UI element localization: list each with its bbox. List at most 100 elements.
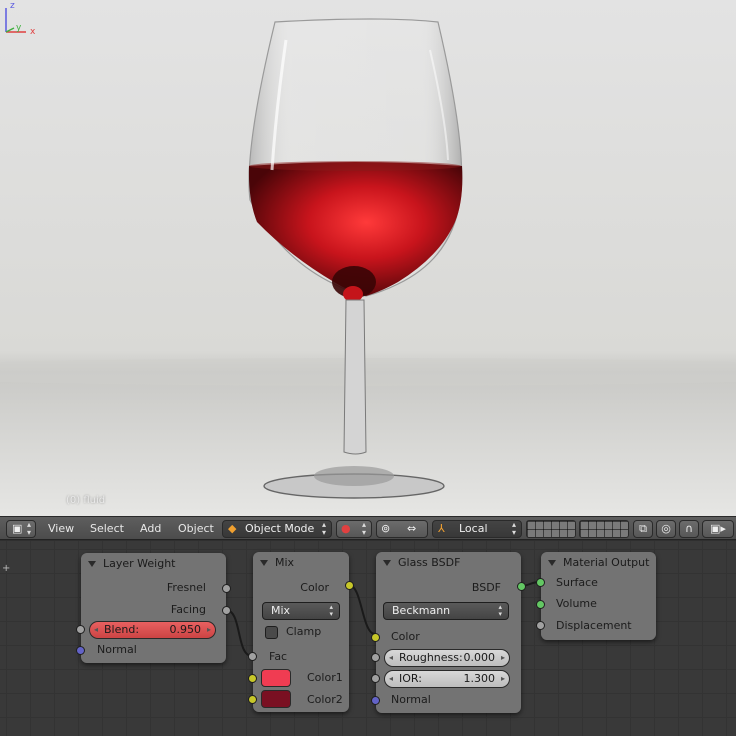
- ior-value: 1.300: [463, 672, 496, 685]
- node-title: Material Output: [563, 556, 650, 569]
- glass-stem: [343, 299, 367, 455]
- input-socket-color1[interactable]: [248, 674, 257, 683]
- axis-gizmo: z y x: [5, 1, 36, 36]
- blend-label: Blend:: [104, 623, 140, 636]
- input-volume-label: Volume: [556, 597, 597, 610]
- proportional-edit-icon[interactable]: ◎: [656, 520, 676, 538]
- input-socket-blend[interactable]: [76, 625, 85, 634]
- input-socket-color2[interactable]: [248, 695, 257, 704]
- blend-type-label: Mix: [271, 604, 291, 617]
- node-title: Glass BSDF: [398, 556, 461, 569]
- menu-view[interactable]: View: [48, 520, 74, 538]
- collapse-triangle-icon[interactable]: [260, 560, 268, 566]
- pivot-icon: ⊚: [381, 522, 391, 535]
- input-color-label: Color: [391, 630, 420, 643]
- active-object-label: (0) fluid: [66, 495, 106, 506]
- roughness-label: Roughness:: [399, 651, 463, 664]
- input-socket-volume[interactable]: [536, 600, 545, 609]
- editor-type-button[interactable]: ▣ ▴ ▾: [6, 520, 36, 538]
- axis-x-label: x: [30, 27, 36, 36]
- color1-swatch[interactable]: [261, 669, 291, 687]
- mode-select[interactable]: ◆ Object Mode ▴ ▾: [222, 520, 332, 538]
- orientation-label: Local: [459, 522, 488, 535]
- orientation-select[interactable]: ⅄ Local ▴ ▾: [432, 520, 522, 538]
- node-header[interactable]: Material Output: [541, 552, 656, 574]
- clamp-checkbox[interactable]: [265, 626, 278, 639]
- distribution-select[interactable]: Beckmann ▴ ▾: [383, 602, 509, 620]
- node-header[interactable]: Glass BSDF: [376, 552, 521, 574]
- roughness-field[interactable]: ◂ Roughness: 0.000 ▸: [384, 649, 510, 667]
- blend-value: 0.950: [169, 623, 202, 636]
- cube-icon: ▣: [12, 522, 23, 535]
- output-socket-bsdf[interactable]: [517, 582, 526, 591]
- sphere-shading-icon: ●: [341, 522, 351, 535]
- roughness-value: 0.000: [463, 651, 496, 664]
- viewport-header: ▣ ▴ ▾ View Select Add Object ◆ Object Mod…: [0, 516, 736, 540]
- node-header[interactable]: Layer Weight: [81, 553, 226, 575]
- node-glass-bsdf[interactable]: Glass BSDF BSDF Beckmann ▴ ▾ Color ◂ Roug…: [371, 552, 526, 713]
- color2-swatch[interactable]: [261, 690, 291, 708]
- output-socket-color[interactable]: [345, 581, 354, 590]
- menu-object[interactable]: Object: [178, 520, 214, 538]
- decrement-arrow-icon[interactable]: ◂: [389, 650, 393, 666]
- collapse-triangle-icon[interactable]: [383, 560, 391, 566]
- 3d-viewport[interactable]: z y x (0) fluid: [0, 0, 736, 516]
- pivot-select[interactable]: ⊚ ⇔: [376, 520, 428, 538]
- ior-field[interactable]: ◂ IOR: 1.300 ▸: [384, 670, 510, 688]
- input-socket-roughness[interactable]: [371, 653, 380, 662]
- mode-label: Object Mode: [245, 522, 315, 535]
- output-facing-label: Facing: [170, 603, 206, 616]
- node-layer-weight[interactable]: Layer Weight Fresnel Facing ◂ Blend: 0.9…: [76, 553, 231, 663]
- input-fac-label: Fac: [269, 650, 288, 663]
- input-displacement-label: Displacement: [556, 619, 632, 632]
- axis-z-label: z: [10, 1, 15, 11]
- axis-y-label: y: [16, 23, 22, 33]
- output-bsdf-label: BSDF: [471, 581, 501, 594]
- decrement-arrow-icon[interactable]: ◂: [389, 671, 393, 687]
- increment-arrow-icon[interactable]: ▸: [207, 622, 211, 638]
- input-normal-label: Normal: [391, 693, 431, 706]
- blend-field[interactable]: ◂ Blend: 0.950 ▸: [89, 621, 216, 639]
- output-fresnel-label: Fresnel: [166, 581, 206, 594]
- ior-label: IOR:: [399, 672, 422, 685]
- snap-magnet-icon[interactable]: ∩: [679, 520, 699, 538]
- shading-select[interactable]: ● ▴ ▾: [336, 520, 372, 538]
- input-socket-normal[interactable]: [371, 696, 380, 705]
- blend-type-select[interactable]: Mix ▴ ▾: [262, 602, 340, 620]
- increment-arrow-icon[interactable]: ▸: [501, 671, 505, 687]
- node-title: Layer Weight: [103, 557, 176, 570]
- input-socket-surface[interactable]: [536, 578, 545, 587]
- transform-orientation-icon: ⅄: [438, 522, 445, 535]
- output-socket-fresnel[interactable]: [222, 584, 231, 593]
- output-socket-facing[interactable]: [222, 606, 231, 615]
- input-color2-label: Color2: [307, 693, 343, 706]
- layer-grid-1[interactable]: [526, 520, 576, 538]
- add-plus-icon: +: [2, 563, 10, 574]
- decrement-arrow-icon[interactable]: ◂: [94, 622, 98, 638]
- node-editor[interactable]: + Layer Weight Fresnel Facing ◂ Blend: 0…: [0, 541, 736, 736]
- snap-element-icon[interactable]: ▣▸: [702, 520, 734, 538]
- collapse-triangle-icon[interactable]: [88, 561, 96, 567]
- input-normal-label: Normal: [97, 643, 137, 656]
- input-color1-label: Color1: [307, 671, 343, 684]
- layer-grid-2[interactable]: [579, 520, 629, 538]
- menu-add[interactable]: Add: [140, 520, 161, 538]
- lock-camera-icon[interactable]: ⧉: [633, 520, 653, 538]
- node-mix[interactable]: Mix Color Mix ▴ ▾ Clamp Fac Color1 Color2: [248, 552, 354, 712]
- input-socket-displacement[interactable]: [536, 621, 545, 630]
- distribution-label: Beckmann: [392, 604, 451, 617]
- output-color-label: Color: [300, 581, 329, 594]
- object-mode-icon: ◆: [228, 522, 237, 535]
- manipulator-icon: ⇔: [407, 522, 417, 535]
- increment-arrow-icon[interactable]: ▸: [501, 650, 505, 666]
- menu-select[interactable]: Select: [90, 520, 124, 538]
- node-material-output[interactable]: Material Output Surface Volume Displacem…: [536, 552, 656, 640]
- input-socket-fac[interactable]: [248, 652, 257, 661]
- node-title: Mix: [275, 556, 295, 569]
- input-socket-color[interactable]: [371, 633, 380, 642]
- node-header[interactable]: Mix: [253, 552, 349, 574]
- collapse-triangle-icon[interactable]: [548, 560, 556, 566]
- render-scene: [0, 0, 736, 516]
- input-socket-ior[interactable]: [371, 674, 380, 683]
- input-socket-normal[interactable]: [76, 646, 85, 655]
